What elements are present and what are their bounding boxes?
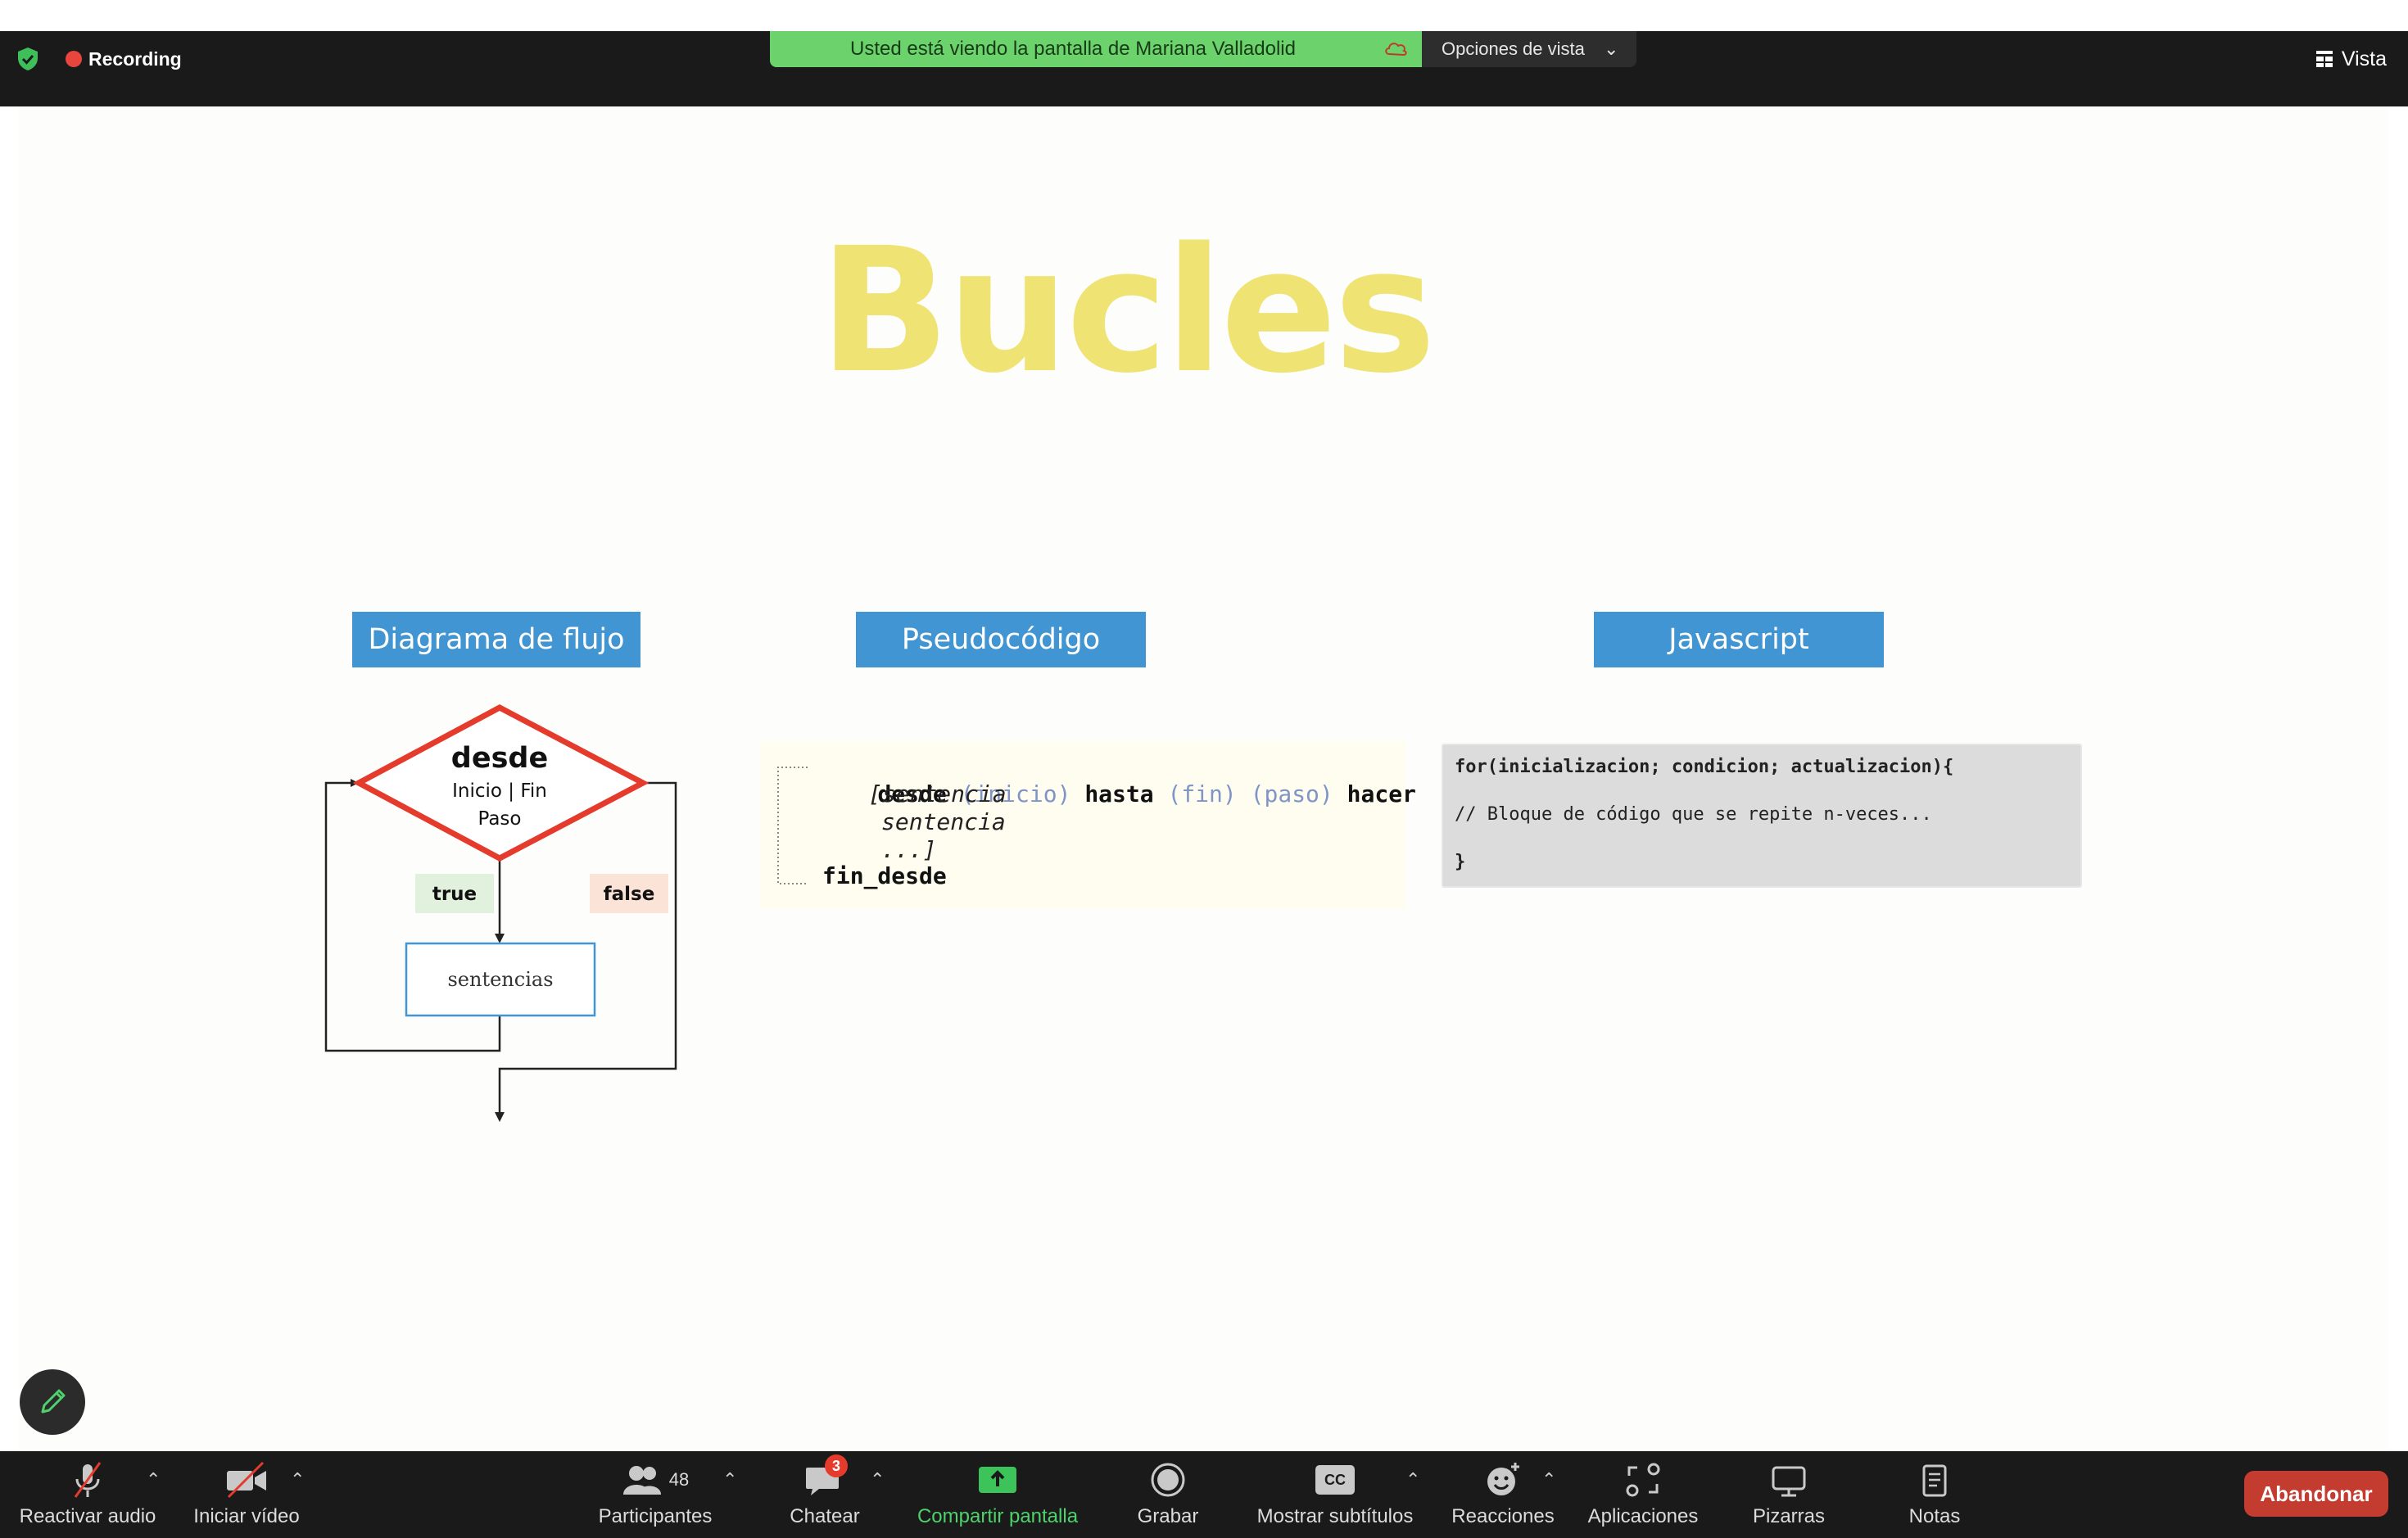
chat-options-caret-icon[interactable]: ⌃ (870, 1469, 885, 1491)
js-line2: // Bloque de código que se repite n-vece… (1455, 804, 1932, 825)
unmute-audio-button[interactable]: Reactivar audio (11, 1451, 164, 1538)
apps-button[interactable]: Aplicaciones (1577, 1451, 1709, 1538)
captions-button[interactable]: CC Mostrar subtítulos (1247, 1451, 1424, 1538)
share-banner-text: Usted está viendo la pantalla de Mariana… (850, 38, 1296, 60)
param-paso: (paso) (1250, 780, 1333, 807)
chat-unread-badge: 3 (825, 1454, 848, 1477)
leave-meeting-button[interactable]: Abandonar (2244, 1471, 2388, 1517)
start-video-label: Iniciar vídeo (193, 1505, 300, 1527)
participant-count: 48 (668, 1469, 690, 1490)
record-label: Grabar (1137, 1505, 1199, 1527)
reactions-options-caret-icon[interactable]: ⌃ (1541, 1469, 1556, 1491)
false-label: false (604, 884, 655, 905)
reactions-button[interactable]: Reacciones (1445, 1451, 1561, 1538)
share-screen-button[interactable]: Compartir pantalla (908, 1451, 1088, 1538)
screen-share-banner: Usted está viendo la pantalla de Mariana… (770, 31, 1422, 67)
kw-hacer: hacer (1347, 780, 1416, 807)
true-label: true (432, 884, 477, 905)
microphone-muted-icon (74, 1462, 102, 1498)
param-fin: (fin) (1167, 780, 1237, 807)
reactions-smiley-icon (1487, 1463, 1519, 1495)
security-shield-icon[interactable] (16, 46, 39, 72)
whiteboards-label: Pizarras (1752, 1505, 1826, 1527)
record-button[interactable]: Grabar (1127, 1451, 1209, 1538)
process-label: sentencias (447, 968, 553, 991)
view-layout-button[interactable]: Vista (2315, 46, 2387, 72)
pseudocode-line4: ...] (881, 836, 937, 863)
decision-title: desde (451, 742, 548, 775)
js-line3: } (1455, 852, 1466, 872)
apps-label: Aplicaciones (1587, 1505, 1699, 1527)
kw-hasta: hasta (1084, 780, 1154, 807)
participants-label: Participantes (598, 1505, 713, 1527)
pencil-icon (41, 1389, 66, 1414)
exit-arrowhead (495, 1112, 505, 1122)
recording-label: Recording (88, 48, 182, 70)
kw-fin-desde: fin_desde (822, 862, 947, 889)
pseudocode-line2: [sentencia (868, 780, 1007, 807)
start-video-button[interactable]: Iniciar vídeo (185, 1451, 308, 1538)
chat-button[interactable]: 3 Chatear (778, 1451, 871, 1538)
notes-icon (1922, 1464, 1947, 1497)
decision-line1: Inicio | Fin (452, 780, 547, 802)
captions-label: Mostrar subtítulos (1256, 1505, 1414, 1527)
javascript-header: Javascript (1594, 612, 1884, 667)
reactions-label: Reacciones (1451, 1505, 1555, 1527)
loop-flowchart: desde Inicio | Fin Paso true false sente… (324, 704, 677, 1122)
notes-button[interactable]: Notas (1900, 1451, 1969, 1538)
pseudocode-header: Pseudocódigo (856, 612, 1146, 667)
pseudocode-bracket (777, 767, 808, 884)
captions-options-caret-icon[interactable]: ⌃ (1405, 1469, 1420, 1491)
chevron-down-icon: ⌄ (1604, 38, 1619, 59)
audio-options-caret-icon[interactable]: ⌃ (146, 1469, 161, 1491)
pseudocode-line3: sentencia (881, 808, 1006, 835)
participants-icon (622, 1466, 661, 1495)
flowchart-header: Diagrama de flujo (352, 612, 640, 667)
closed-captions-icon: CC (1315, 1465, 1355, 1495)
whiteboard-icon (1772, 1466, 1806, 1497)
apps-icon (1626, 1463, 1660, 1497)
whiteboards-button[interactable]: Pizarras (1748, 1451, 1830, 1538)
camera-off-icon (227, 1461, 266, 1499)
video-options-caret-icon[interactable]: ⌃ (290, 1469, 305, 1491)
participants-options-caret-icon[interactable]: ⌃ (722, 1469, 737, 1491)
participants-button[interactable]: 48 Participantes (590, 1451, 721, 1538)
true-arrowhead (495, 934, 505, 943)
annotate-button[interactable] (20, 1369, 85, 1435)
record-icon (1151, 1463, 1185, 1497)
unmute-audio-label: Reactivar audio (19, 1505, 156, 1527)
share-screen-icon (979, 1467, 1016, 1493)
cloud-icon (1385, 43, 1407, 57)
decision-line2: Paso (478, 808, 522, 830)
view-label: Vista (2341, 47, 2387, 70)
slide-title: Bucles (819, 210, 1436, 411)
share-screen-label: Compartir pantalla (917, 1505, 1079, 1527)
js-line1: for(inicializacion; condicion; actualiza… (1455, 757, 1954, 777)
chat-label: Chatear (790, 1505, 860, 1527)
pseudocode-block: desde (inicio) hasta (fin) (paso) hacer … (760, 741, 1416, 909)
grid-icon (2315, 51, 2333, 67)
view-options-dropdown[interactable]: Opciones de vista ⌄ (1422, 31, 1636, 67)
view-options-label: Opciones de vista (1442, 38, 1585, 59)
meeting-toolbar: Reactivar audio ⌃ Iniciar vídeo ⌃ 48 Par… (0, 1451, 2408, 1538)
javascript-code-block: for(inicializacion; condicion; actualiza… (1442, 744, 2082, 888)
recording-dot-icon (66, 51, 82, 67)
notes-label: Notas (1908, 1505, 1961, 1527)
